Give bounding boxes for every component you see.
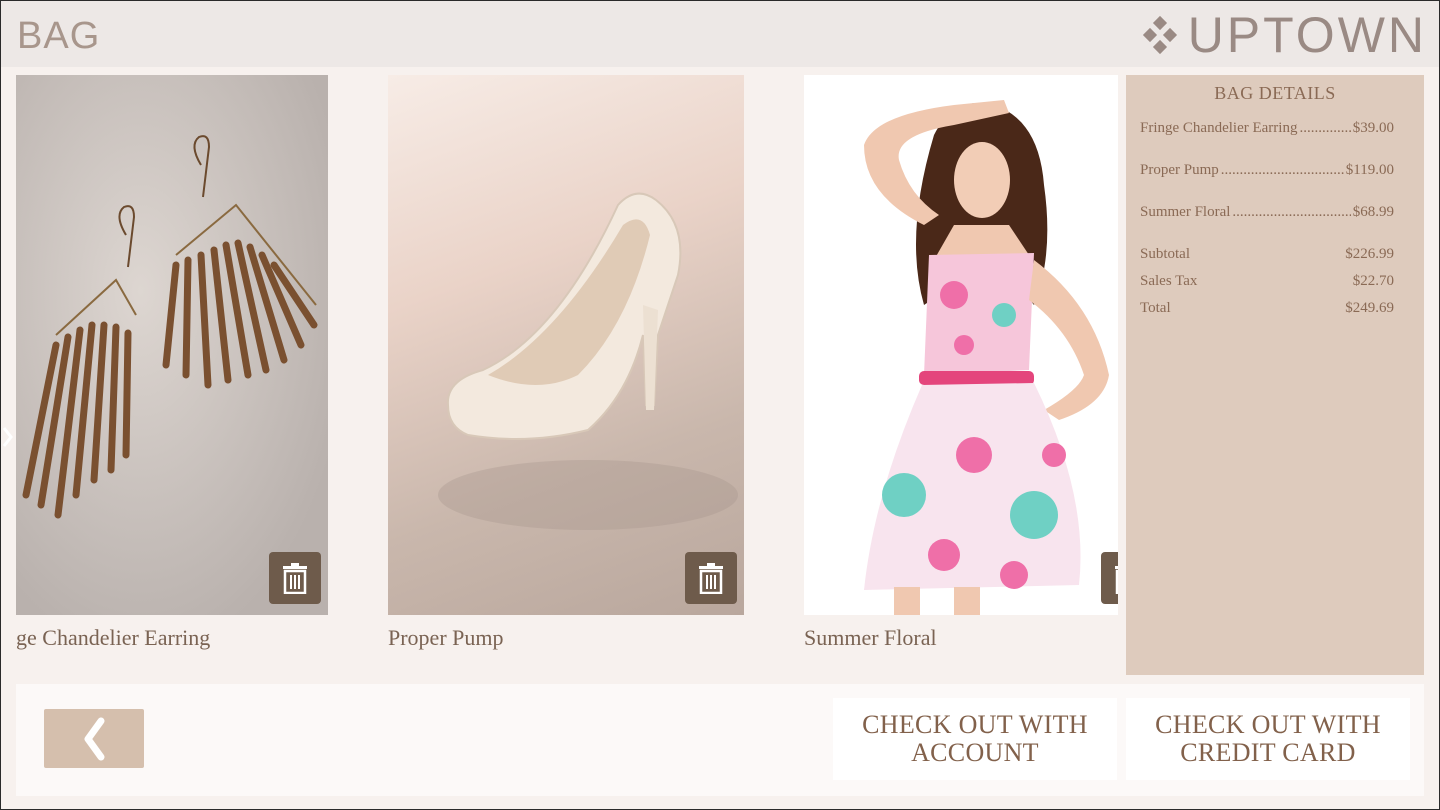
subtotal-row: Subtotal $226.99 [1140,246,1394,263]
page-title: BAG [17,15,101,57]
sales-tax-label: Sales Tax [1140,273,1198,289]
checkout-account-line2: ACCOUNT [911,738,1039,767]
checkout-with-credit-card-button[interactable]: CHECK OUT WITH CREDIT CARD [1126,698,1410,780]
bag-line-item: Fringe Chandelier Earring $39.00 [1140,120,1394,137]
product-image-earrings[interactable] [16,75,328,615]
checkout-card-line2: CREDIT CARD [1180,738,1356,767]
checkout-card-line1: CHECK OUT WITH [1155,710,1381,739]
product-label-pump: Proper Pump [388,625,504,650]
trash-icon [283,563,307,594]
leader-dots [1299,120,1350,137]
remove-dress-button[interactable] [1101,552,1118,604]
sales-tax-value: $22.70 [1352,273,1394,289]
checkout-with-account-button[interactable]: CHECK OUT WITH ACCOUNT [833,698,1117,780]
checkout-account-line1: CHECK OUT WITH [862,710,1088,739]
brand-logo: UPTOWN [1140,7,1427,63]
floral-dress-image [864,100,1109,615]
header-bar: BAG UPTOWN [1,1,1439,67]
product-label-earring: ge Chandelier Earring [16,625,211,650]
subtotal-value: $226.99 [1345,246,1394,262]
remove-earring-button[interactable] [269,552,321,604]
product-carousel[interactable]: ge Chandelier Earring Proper Pump Summer… [0,68,1120,678]
line-item-price: $119.00 [1345,162,1394,178]
line-item-name: Proper Pump [1140,162,1219,178]
high-heel-pump-image [438,192,738,530]
line-item-name: Summer Floral [1140,204,1231,220]
chevron-right-icon[interactable] [0,422,14,452]
trash-icon [1115,566,1118,594]
line-item-price: $68.99 [1352,204,1394,220]
diamond-cluster-icon [1142,15,1177,55]
total-row: Total $249.69 [1140,300,1394,317]
chevron-left-icon [84,717,105,760]
footer-bar: CHECK OUT WITH ACCOUNT CHECK OUT WITH CR… [16,684,1424,796]
bag-line-item: Proper Pump $119.00 [1140,162,1394,179]
product-image-pump[interactable] [388,75,744,615]
sales-tax-row: Sales Tax $22.70 [1140,273,1394,290]
total-label: Total [1140,300,1171,316]
product-label-dress: Summer Floral [804,625,937,650]
total-value: $249.69 [1345,300,1394,316]
line-item-name: Fringe Chandelier Earring [1140,120,1298,136]
bag-details-panel: BAG DETAILS Fringe Chandelier Earring $3… [1126,75,1424,675]
earrings-image [22,135,318,519]
leader-dots [1221,162,1344,179]
subtotal-label: Subtotal [1140,246,1191,262]
line-item-price: $39.00 [1352,120,1394,136]
leader-dots [1232,204,1350,221]
bag-details-heading: BAG DETAILS [1214,83,1336,103]
bag-line-item: Summer Floral $68.99 [1140,204,1394,221]
trash-icon [699,563,723,594]
remove-pump-button[interactable] [685,552,737,604]
product-image-dress[interactable] [804,75,1118,615]
brand-name: UPTOWN [1187,7,1427,63]
back-button[interactable] [44,709,144,768]
